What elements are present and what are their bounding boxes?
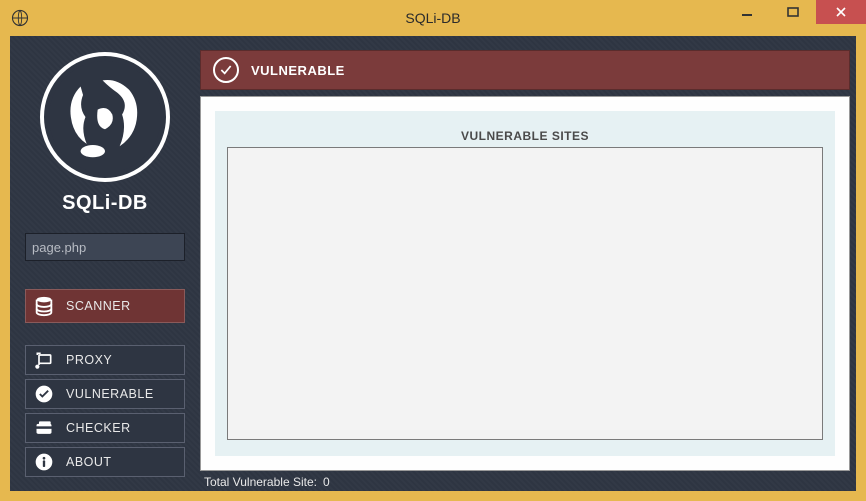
panel-title: VULNERABLE SITES xyxy=(227,129,823,143)
nav-secondary-group: PROXY VULNERABLE CHECKER xyxy=(25,345,185,477)
status-label: Total Vulnerable Site: xyxy=(204,475,317,489)
search-input[interactable] xyxy=(26,240,214,255)
nav-label: ABOUT xyxy=(66,455,112,469)
app-name-label: SQLi-DB xyxy=(62,192,148,215)
proxy-icon xyxy=(32,348,56,372)
section-header: VULNERABLE xyxy=(200,50,850,90)
app-icon xyxy=(10,8,30,28)
nav-label: VULNERABLE xyxy=(66,387,154,401)
nav-checker[interactable]: CHECKER xyxy=(25,413,185,443)
check-circle-icon xyxy=(213,57,239,83)
globe-icon xyxy=(44,56,166,178)
minimize-button[interactable] xyxy=(724,0,770,24)
app-window: SQLi-DB SQLi-DB xyxy=(0,0,866,501)
nav-proxy[interactable]: PROXY xyxy=(25,345,185,375)
logo xyxy=(40,52,170,182)
nav-about[interactable]: ABOUT xyxy=(25,447,185,477)
nav-label: PROXY xyxy=(66,353,112,367)
nav-label: SCANNER xyxy=(66,299,131,313)
info-icon xyxy=(32,450,56,474)
vulnerable-sites-list[interactable] xyxy=(227,147,823,440)
section-header-label: VULNERABLE xyxy=(251,63,345,78)
main-area: VULNERABLE VULNERABLE SITES Total Vulner… xyxy=(200,36,856,491)
nav-vulnerable[interactable]: VULNERABLE xyxy=(25,379,185,409)
nav-scanner[interactable]: SCANNER xyxy=(25,289,185,323)
titlebar[interactable]: SQLi-DB xyxy=(0,0,866,36)
nav-label: CHECKER xyxy=(66,421,131,435)
status-count: 0 xyxy=(323,475,330,489)
search-box xyxy=(25,233,185,261)
check-circle-icon xyxy=(32,382,56,406)
content-panel: VULNERABLE SITES xyxy=(200,96,850,471)
window-controls xyxy=(724,0,866,28)
database-icon xyxy=(32,294,56,318)
content-inner: VULNERABLE SITES xyxy=(215,111,835,456)
nav-primary-group: SCANNER xyxy=(25,289,185,323)
card-icon xyxy=(32,416,56,440)
maximize-button[interactable] xyxy=(770,0,816,24)
status-bar: Total Vulnerable Site: 0 xyxy=(200,473,850,491)
close-button[interactable] xyxy=(816,0,866,24)
client-area: SQLi-DB SCANNER xyxy=(10,36,856,491)
sidebar: SQLi-DB SCANNER xyxy=(10,36,200,491)
